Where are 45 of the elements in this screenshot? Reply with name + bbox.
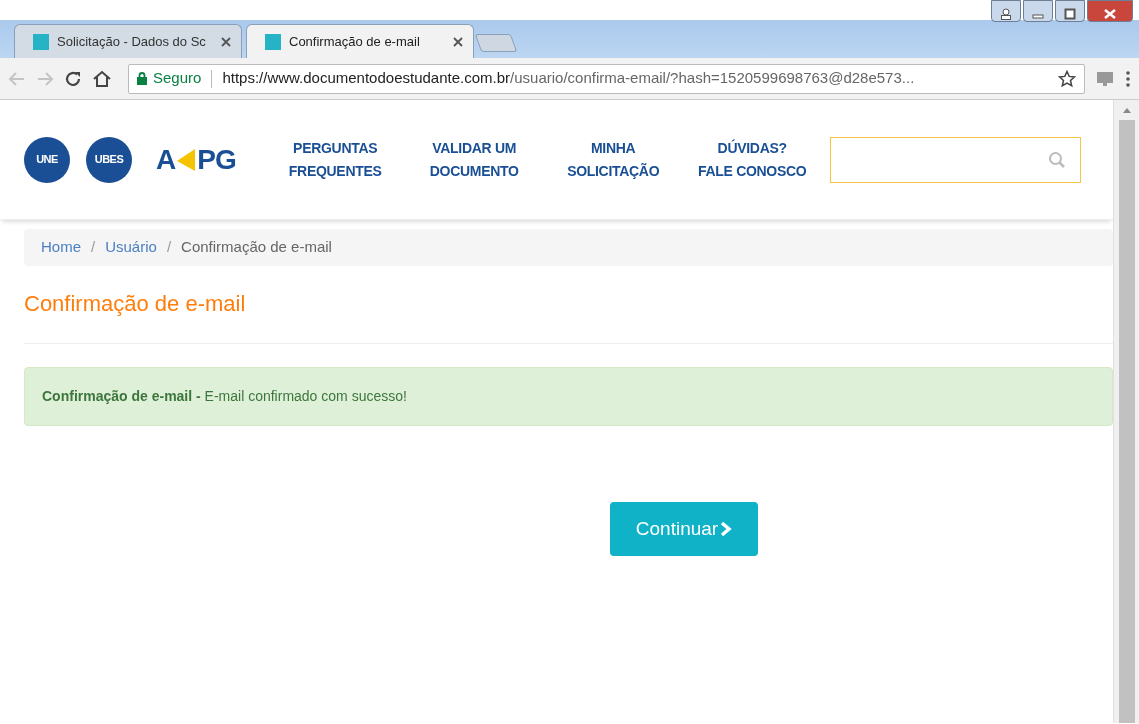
nav-link[interactable]: DÚVIDAS? FALE CONOSCO — [682, 136, 822, 183]
menu-icon — [1125, 69, 1131, 88]
success-alert: Confirmação de e-mail - E-mail confirmado com sucesso! — [24, 367, 1113, 427]
breadcrumb-current: Confirmação de e-mail — [181, 237, 332, 258]
url-text: https://www.documentodoestudante.com.br/usuario/confirma-email/?hash=1520599698763@d28e573... — [222, 68, 915, 89]
breadcrumb-link[interactable]: Usuário — [105, 236, 157, 259]
home-button[interactable] — [92, 69, 112, 88]
forward-arrow-icon — [36, 69, 54, 88]
globe-logo[interactable]: UBES — [86, 136, 132, 183]
address-bar[interactable]: Seguro https://www.documentodoestudante.com.br/usuario/confirma-email/?hash=1520599698763@d28e573... — [128, 63, 1085, 94]
star-icon[interactable] — [1058, 69, 1076, 88]
globe-logo[interactable]: UNE — [24, 136, 70, 183]
tab-title: Confirmação de e-mail — [289, 32, 420, 51]
extension-button[interactable] — [1095, 69, 1115, 88]
scrollbar-thumb[interactable] — [1118, 120, 1135, 723]
security-label: Seguro — [153, 68, 202, 89]
breadcrumb-separator: / — [91, 237, 96, 258]
reload-button[interactable] — [64, 69, 82, 88]
home-icon — [92, 69, 112, 88]
maximize-icon — [1064, 7, 1076, 20]
favicon-icon — [33, 33, 49, 50]
scroll-up-icon[interactable] — [1121, 106, 1132, 114]
search-field[interactable] — [829, 136, 1081, 183]
nav-link[interactable]: PERGUNTAS FREQUENTES — [265, 136, 405, 183]
close-button[interactable] — [1087, 0, 1133, 22]
nav-link[interactable]: VALIDAR UM DOCUMENTO — [404, 136, 544, 183]
monitor-icon — [1095, 69, 1115, 88]
reload-icon — [64, 69, 82, 88]
profile-button[interactable] — [991, 0, 1021, 22]
favicon-icon — [265, 33, 281, 50]
browser-tab[interactable]: Confirmação de e-mail — [246, 24, 474, 58]
nav-link[interactable]: MINHA SOLICITAÇÃO — [543, 136, 683, 183]
maximize-button[interactable] — [1055, 0, 1085, 22]
tab-title: Solicitação - Dados do Sc — [57, 32, 206, 51]
breadcrumb-separator: / — [166, 237, 172, 258]
person-icon — [1000, 7, 1012, 20]
wordmark-logo[interactable]: A PG — [156, 138, 236, 181]
menu-button[interactable] — [1125, 69, 1131, 88]
lock-icon — [137, 72, 147, 85]
close-icon — [1104, 8, 1116, 19]
breadcrumb-link[interactable]: Home — [41, 236, 81, 259]
back-arrow-icon — [8, 69, 26, 88]
browser-tab[interactable]: Solicitação - Dados do Sc — [14, 24, 242, 58]
page-title: Confirmação de e-mail — [24, 291, 247, 318]
chevron-right-icon — [720, 521, 733, 538]
